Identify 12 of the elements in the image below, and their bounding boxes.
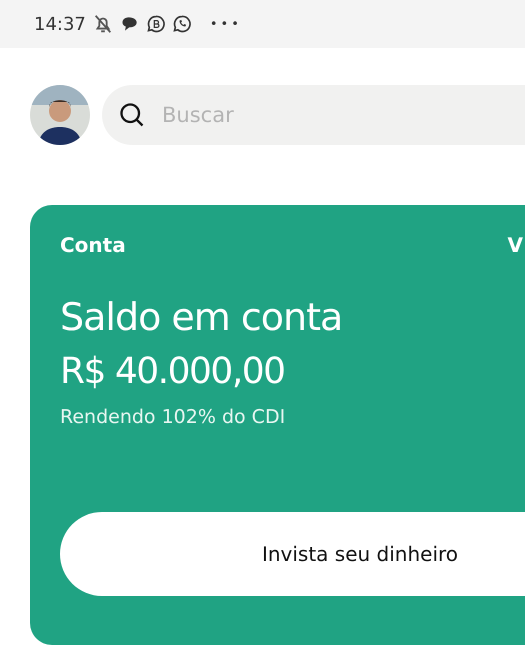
- status-time: 14:37: [34, 14, 86, 34]
- search-field[interactable]: Buscar: [102, 85, 525, 145]
- more-icon[interactable]: •••: [210, 16, 242, 32]
- business-chat-icon: [146, 14, 166, 34]
- account-card[interactable]: Conta V Saldo em conta R$ 40.000,00 Rendendo 102% do CDI Invista seu dinheiro: [30, 205, 525, 645]
- invest-button[interactable]: Invista seu dinheiro: [60, 512, 525, 596]
- yield-note: Rendendo 102% do CDI: [60, 406, 286, 428]
- balance-amount: R$ 40.000,00: [60, 351, 286, 392]
- balance-title: Saldo em conta: [60, 295, 344, 339]
- search-icon: [118, 101, 146, 129]
- card-label: Conta: [60, 233, 126, 257]
- phone-chat-icon: [172, 14, 192, 34]
